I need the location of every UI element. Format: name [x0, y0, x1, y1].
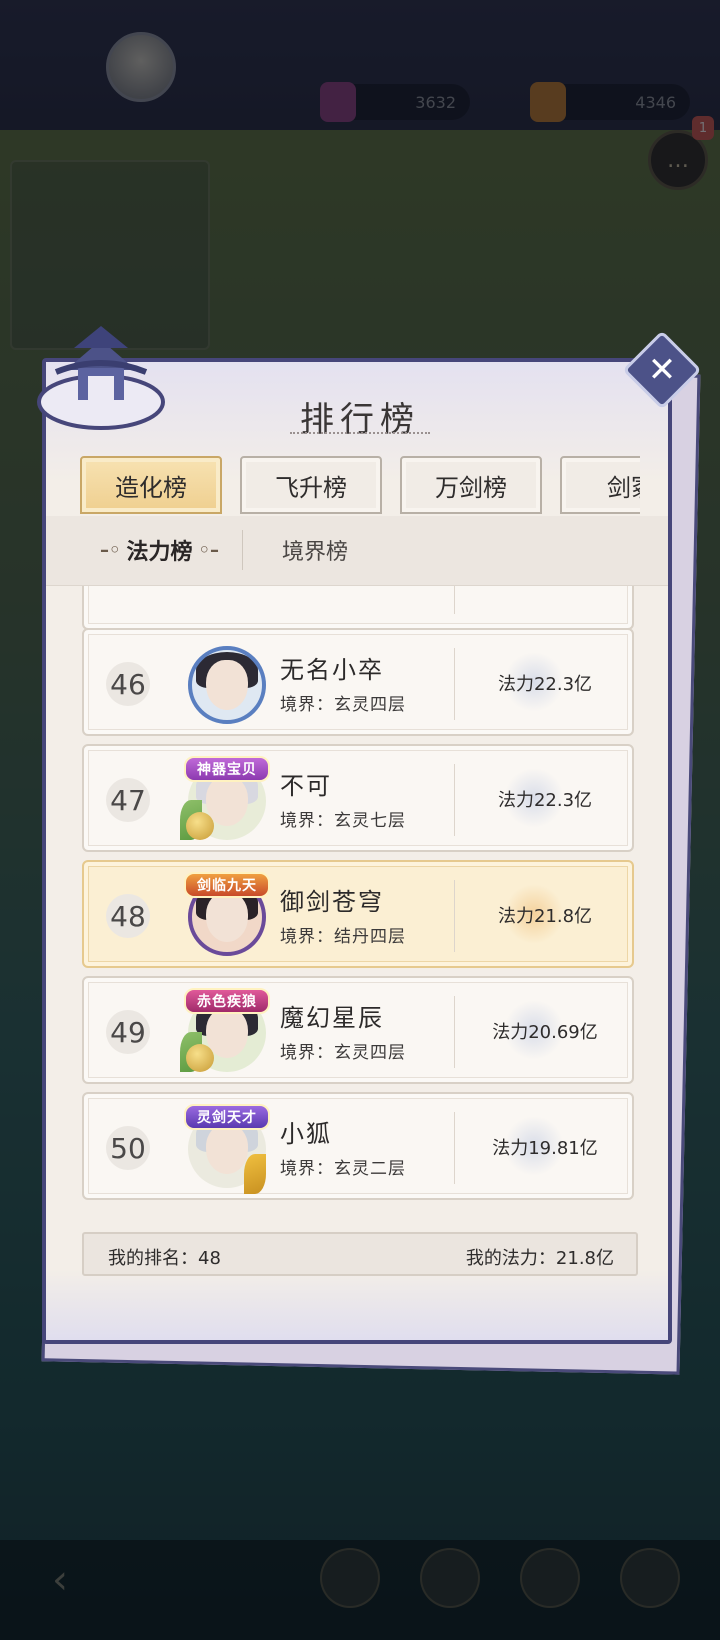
player-name: 小狐	[280, 1120, 332, 1148]
subtab-left-ornament: –◦	[100, 539, 121, 561]
player-realm: 境界：玄灵二层	[280, 1159, 406, 1179]
close-icon[interactable]: ✕	[634, 342, 690, 398]
player-realm: 境界：玄灵四层	[280, 695, 406, 715]
my-rank-summary: 我的排名：48 我的法力：21.8亿	[82, 1232, 638, 1276]
player-name: 御剑苍穹	[280, 888, 384, 916]
row-divider	[454, 1112, 455, 1184]
subtab-divider	[242, 530, 243, 570]
title-badge: 神器宝贝	[184, 756, 270, 782]
modal-footer-decoration	[46, 1270, 668, 1340]
my-rank: 我的排名：48	[108, 1248, 221, 1269]
player-power: 法力20.69亿	[492, 1022, 598, 1043]
player-power: 法力22.3亿	[497, 674, 593, 695]
leaf-decoration-icon	[244, 1154, 266, 1194]
row-divider	[454, 648, 455, 720]
avatar-frame	[188, 646, 266, 724]
tab-bar: 造化榜 飞升榜 万剑榜 剑冢	[80, 456, 640, 516]
table-row-me[interactable]: 48 剑临九天 御剑苍穹 境界：结丹四层 法力21.8亿	[82, 860, 634, 968]
tab-wanjian[interactable]: 万剑榜	[400, 456, 542, 514]
subtab-mana[interactable]: –◦ 法力榜 ◦–	[100, 532, 219, 568]
title-badge: 赤色疾狼	[184, 988, 270, 1014]
tab-feisheng[interactable]: 飞升榜	[240, 456, 382, 514]
player-realm: 境界：玄灵四层	[280, 1043, 406, 1063]
player-name: 魔幻星辰	[280, 1004, 384, 1032]
subtab-right-ornament: ◦–	[198, 539, 220, 561]
player-power: 法力22.3亿	[497, 790, 593, 811]
tab-zaohua[interactable]: 造化榜	[80, 456, 222, 514]
tab-jianzhong[interactable]: 剑冢	[560, 456, 640, 514]
player-realm: 境界：结丹四层	[280, 927, 406, 947]
row-divider	[454, 880, 455, 952]
rank-number: 48	[106, 894, 150, 938]
rank-number: 49	[106, 1010, 150, 1054]
rank-number: 46	[106, 662, 150, 706]
row-divider	[454, 586, 455, 614]
my-power: 我的法力：21.8亿	[465, 1248, 614, 1269]
rank-number: 50	[106, 1126, 150, 1170]
avatar-face	[206, 1124, 248, 1174]
table-row[interactable]: 47 神器宝贝 不可 境界：玄灵七层 法力22.3亿	[82, 744, 634, 852]
player-power: 法力21.8亿	[497, 906, 593, 927]
ranking-list[interactable]: 46 无名小卒 境界：玄灵四层 法力22.3亿 47 神器宝贝 不可 境界：玄灵…	[46, 586, 668, 1226]
player-name: 无名小卒	[280, 656, 384, 684]
rank-number: 47	[106, 778, 150, 822]
player-name: 不可	[280, 772, 332, 800]
subtab-realm[interactable]: 境界榜	[282, 532, 348, 568]
table-row[interactable]	[82, 586, 634, 630]
row-divider	[454, 996, 455, 1068]
subtab-mana-label: 法力榜	[126, 540, 193, 565]
title-divider	[290, 432, 430, 440]
table-row[interactable]: 50 灵剑天才 小狐 境界：玄灵二层 法力19.81亿	[82, 1092, 634, 1200]
bell-icon	[186, 1044, 214, 1072]
bell-icon	[186, 812, 214, 840]
row-divider	[454, 764, 455, 836]
title-badge: 灵剑天才	[184, 1104, 270, 1130]
table-row[interactable]: 49 赤色疾狼 魔幻星辰 境界：玄灵四层 法力20.69亿	[82, 976, 634, 1084]
title-badge: 剑临九天	[184, 872, 270, 898]
player-power: 法力19.81亿	[492, 1138, 598, 1159]
table-row[interactable]: 46 无名小卒 境界：玄灵四层 法力22.3亿	[82, 628, 634, 736]
player-realm: 境界：玄灵七层	[280, 811, 406, 831]
